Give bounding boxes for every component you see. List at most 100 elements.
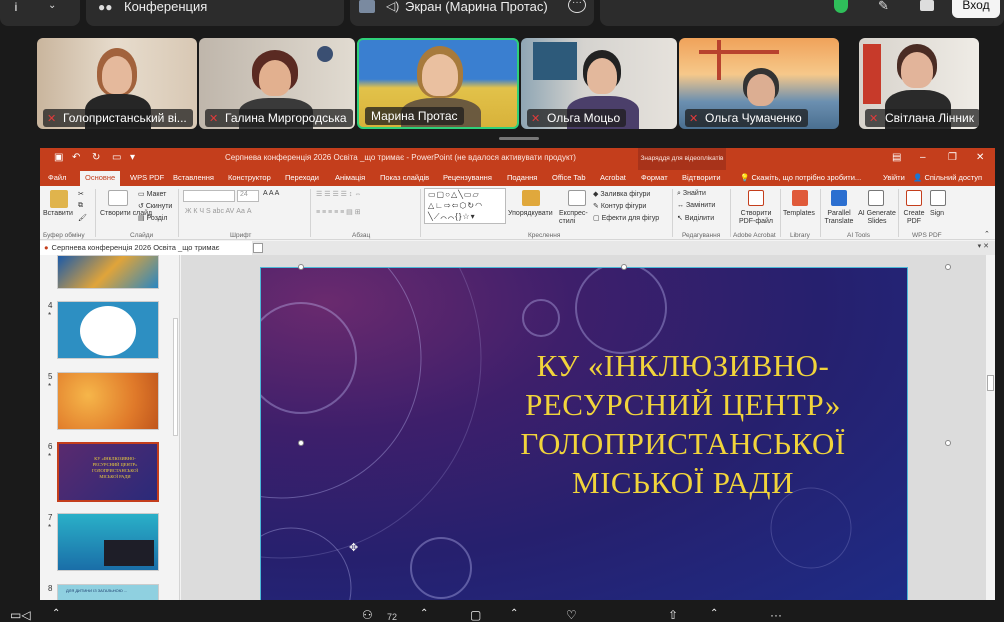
sign-in-link[interactable]: Увійти [883, 173, 905, 182]
section-button[interactable]: ▤ Розділ [138, 214, 168, 222]
start-slideshow-icon[interactable]: ▭ [112, 152, 121, 163]
resize-handle[interactable] [621, 264, 627, 270]
select-button[interactable]: ↖ Виділити [677, 214, 714, 222]
save-icon[interactable]: ▣ [54, 152, 63, 163]
resize-handle[interactable] [298, 440, 304, 446]
login-button[interactable]: Вход [952, 0, 1000, 18]
tab-view[interactable]: Подання [507, 173, 537, 182]
participant-tile[interactable]: ✕ Голопристанський ві... [37, 38, 197, 129]
thumbnail-scrollbar[interactable] [173, 318, 178, 436]
quick-styles-icon[interactable] [568, 190, 586, 206]
reset-button[interactable]: ↺ Скинути [138, 202, 172, 210]
resize-handle[interactable] [298, 264, 304, 270]
participant-tile[interactable]: ✕ Ольга Чумаченко [679, 38, 839, 129]
list-buttons[interactable]: ☰ ☰ ☰ ☰ ↕ ⇔ [316, 190, 361, 198]
shape-outline-button[interactable]: ✎ Контур фігури [593, 202, 646, 210]
minimize-icon[interactable]: – [920, 152, 926, 163]
ai-generate-icon[interactable] [868, 190, 884, 206]
wps-create-pdf-icon[interactable] [906, 190, 922, 206]
scrollbar-thumb[interactable] [987, 375, 994, 391]
align-buttons[interactable]: ≡ ≡ ≡ ≡ ≡ ▤ ⊞ [316, 208, 361, 216]
undo-icon[interactable]: ↶ [72, 152, 80, 163]
create-pdf-button[interactable]: Створити PDF-файл [737, 210, 775, 226]
customize-qat-icon[interactable]: ▾ [130, 152, 135, 163]
annotate-pen-icon[interactable]: ✎ [878, 0, 889, 14]
shape-effects-button[interactable]: ▢ Ефекти для фігур [593, 214, 659, 222]
templates-icon[interactable] [792, 190, 808, 206]
participant-tile[interactable]: ✕ Галина Миргородська [199, 38, 355, 129]
slide-thumbnail[interactable] [57, 513, 159, 571]
chevron-down-icon[interactable]: ⌄ [48, 0, 56, 11]
collapse-ribbon-icon[interactable]: ⌃ [984, 230, 990, 238]
font-family-select[interactable] [183, 190, 235, 202]
tab-review[interactable]: Рецензування [443, 173, 492, 182]
new-slide-icon[interactable] [108, 190, 128, 206]
sign-icon[interactable] [930, 190, 946, 206]
tab-home[interactable]: Основне [80, 171, 121, 186]
slide-thumbnail-selected[interactable]: КУ «ІНКЛЮЗИВНО-РЕСУРСНИЙ ЦЕНТР» ГОЛОПРИС… [57, 442, 159, 502]
quick-styles-button[interactable]: Експрес-стилі [559, 210, 595, 226]
parallel-translate-button[interactable]: Parallel Translate [824, 210, 854, 226]
templates-button[interactable]: Templates [783, 210, 815, 217]
new-tab-button[interactable] [253, 243, 263, 253]
participants-icon[interactable]: ⚇ [362, 608, 373, 622]
resize-handle[interactable] [945, 264, 951, 270]
shapes-gallery[interactable]: ▭▢○△╲▭▱ △∟⇨⇦⬡↻◠ ╲⟋⌒⌒{}☆▾ [424, 188, 506, 224]
font-size-controls[interactable]: A A A [263, 190, 279, 197]
find-button[interactable]: ⌕ Знайти [677, 190, 706, 198]
video-options-chevron-icon[interactable]: ⌃ [52, 608, 60, 619]
shape-fill-button[interactable]: ◆ Заливка фігури [593, 190, 650, 198]
slide-thumbnail[interactable] [57, 255, 159, 289]
tab-scroll-arrows[interactable]: ▾ ✕ [978, 242, 989, 250]
tab-wps-pdf[interactable]: WPS PDF [130, 173, 164, 182]
slide-title-text[interactable]: КУ «ІНКЛЮЗИВНО-РЕСУРСНИЙ ЦЕНТР» ГОЛОПРИС… [473, 346, 893, 502]
share-chevron-icon[interactable]: ⌃ [710, 608, 718, 619]
font-size-select[interactable]: 24 [237, 190, 259, 202]
translate-icon[interactable] [831, 190, 847, 206]
video-camera-icon[interactable]: ▭◁ [10, 608, 31, 622]
tab-playback[interactable]: Відтворити [682, 173, 721, 182]
reactions-icon[interactable]: ♡ [566, 608, 577, 622]
share-button[interactable]: 👤 Спільний доступ [913, 173, 982, 182]
participants-chevron-icon[interactable]: ⌃ [420, 608, 428, 619]
cut-icon[interactable]: ✂ [78, 190, 84, 198]
layout-button[interactable]: ▭ Макет [138, 190, 166, 198]
tab-office-tab[interactable]: Office Tab [552, 173, 586, 182]
sign-button[interactable]: Sign [930, 210, 944, 217]
chat-chevron-icon[interactable]: ⌃ [510, 608, 518, 619]
chat-icon[interactable]: ▢ [470, 608, 481, 622]
speaker-icon[interactable]: ◁) [386, 0, 399, 13]
font-style-buttons[interactable]: Ж К Ч S abc AV Аа A [185, 208, 252, 215]
ribbon-display-icon[interactable]: ▤ [892, 152, 901, 163]
tab-acrobat[interactable]: Acrobat [600, 173, 626, 182]
restore-icon[interactable]: ❐ [948, 152, 957, 163]
conference-label[interactable]: Конференция [124, 0, 207, 14]
tab-format[interactable]: Формат [641, 173, 668, 182]
participant-tile[interactable]: ✕ Світлана Лінник [859, 38, 979, 129]
copy-icon[interactable]: ⧉ [78, 202, 83, 210]
tab-animations[interactable]: Анімація [335, 173, 365, 182]
replace-button[interactable]: ↔ Замінити [677, 202, 715, 209]
more-icon[interactable]: ··· [770, 608, 782, 622]
info-icon[interactable]: i [8, 0, 24, 14]
strip-resize-handle[interactable] [499, 137, 539, 140]
format-painter-icon[interactable]: 🖌 [78, 214, 87, 222]
paste-icon[interactable] [50, 190, 68, 208]
redo-icon[interactable]: ↻ [92, 152, 100, 163]
screen-share-label[interactable]: Экран (Марина Протас) [405, 0, 548, 14]
tab-slideshow[interactable]: Показ слайдів [380, 173, 429, 182]
slide-thumbnail[interactable] [57, 301, 159, 359]
participant-tile[interactable]: ✕ Ольга Моцьо [521, 38, 677, 129]
arrange-button[interactable]: Упорядкувати [508, 210, 553, 217]
paste-button[interactable]: Вставити [43, 210, 73, 217]
share-screen-icon[interactable]: ⇧ [668, 608, 678, 622]
tab-design[interactable]: Конструктор [228, 173, 271, 182]
tab-insert[interactable]: Вставлення [173, 173, 214, 182]
slide-thumbnail[interactable] [57, 372, 159, 430]
document-tab[interactable]: ● Серпнева конференція 2026 Освіта _що тр… [40, 241, 252, 255]
slide-thumbnail[interactable]: ДЛЯ ДИТИНИ ІЗ ЗАГАЛЬНОЮ ... [57, 584, 159, 600]
tab-file[interactable]: Файл [48, 173, 66, 182]
pdf-icon[interactable] [748, 190, 764, 206]
view-icon[interactable] [920, 0, 934, 11]
tab-transitions[interactable]: Переходи [285, 173, 319, 182]
